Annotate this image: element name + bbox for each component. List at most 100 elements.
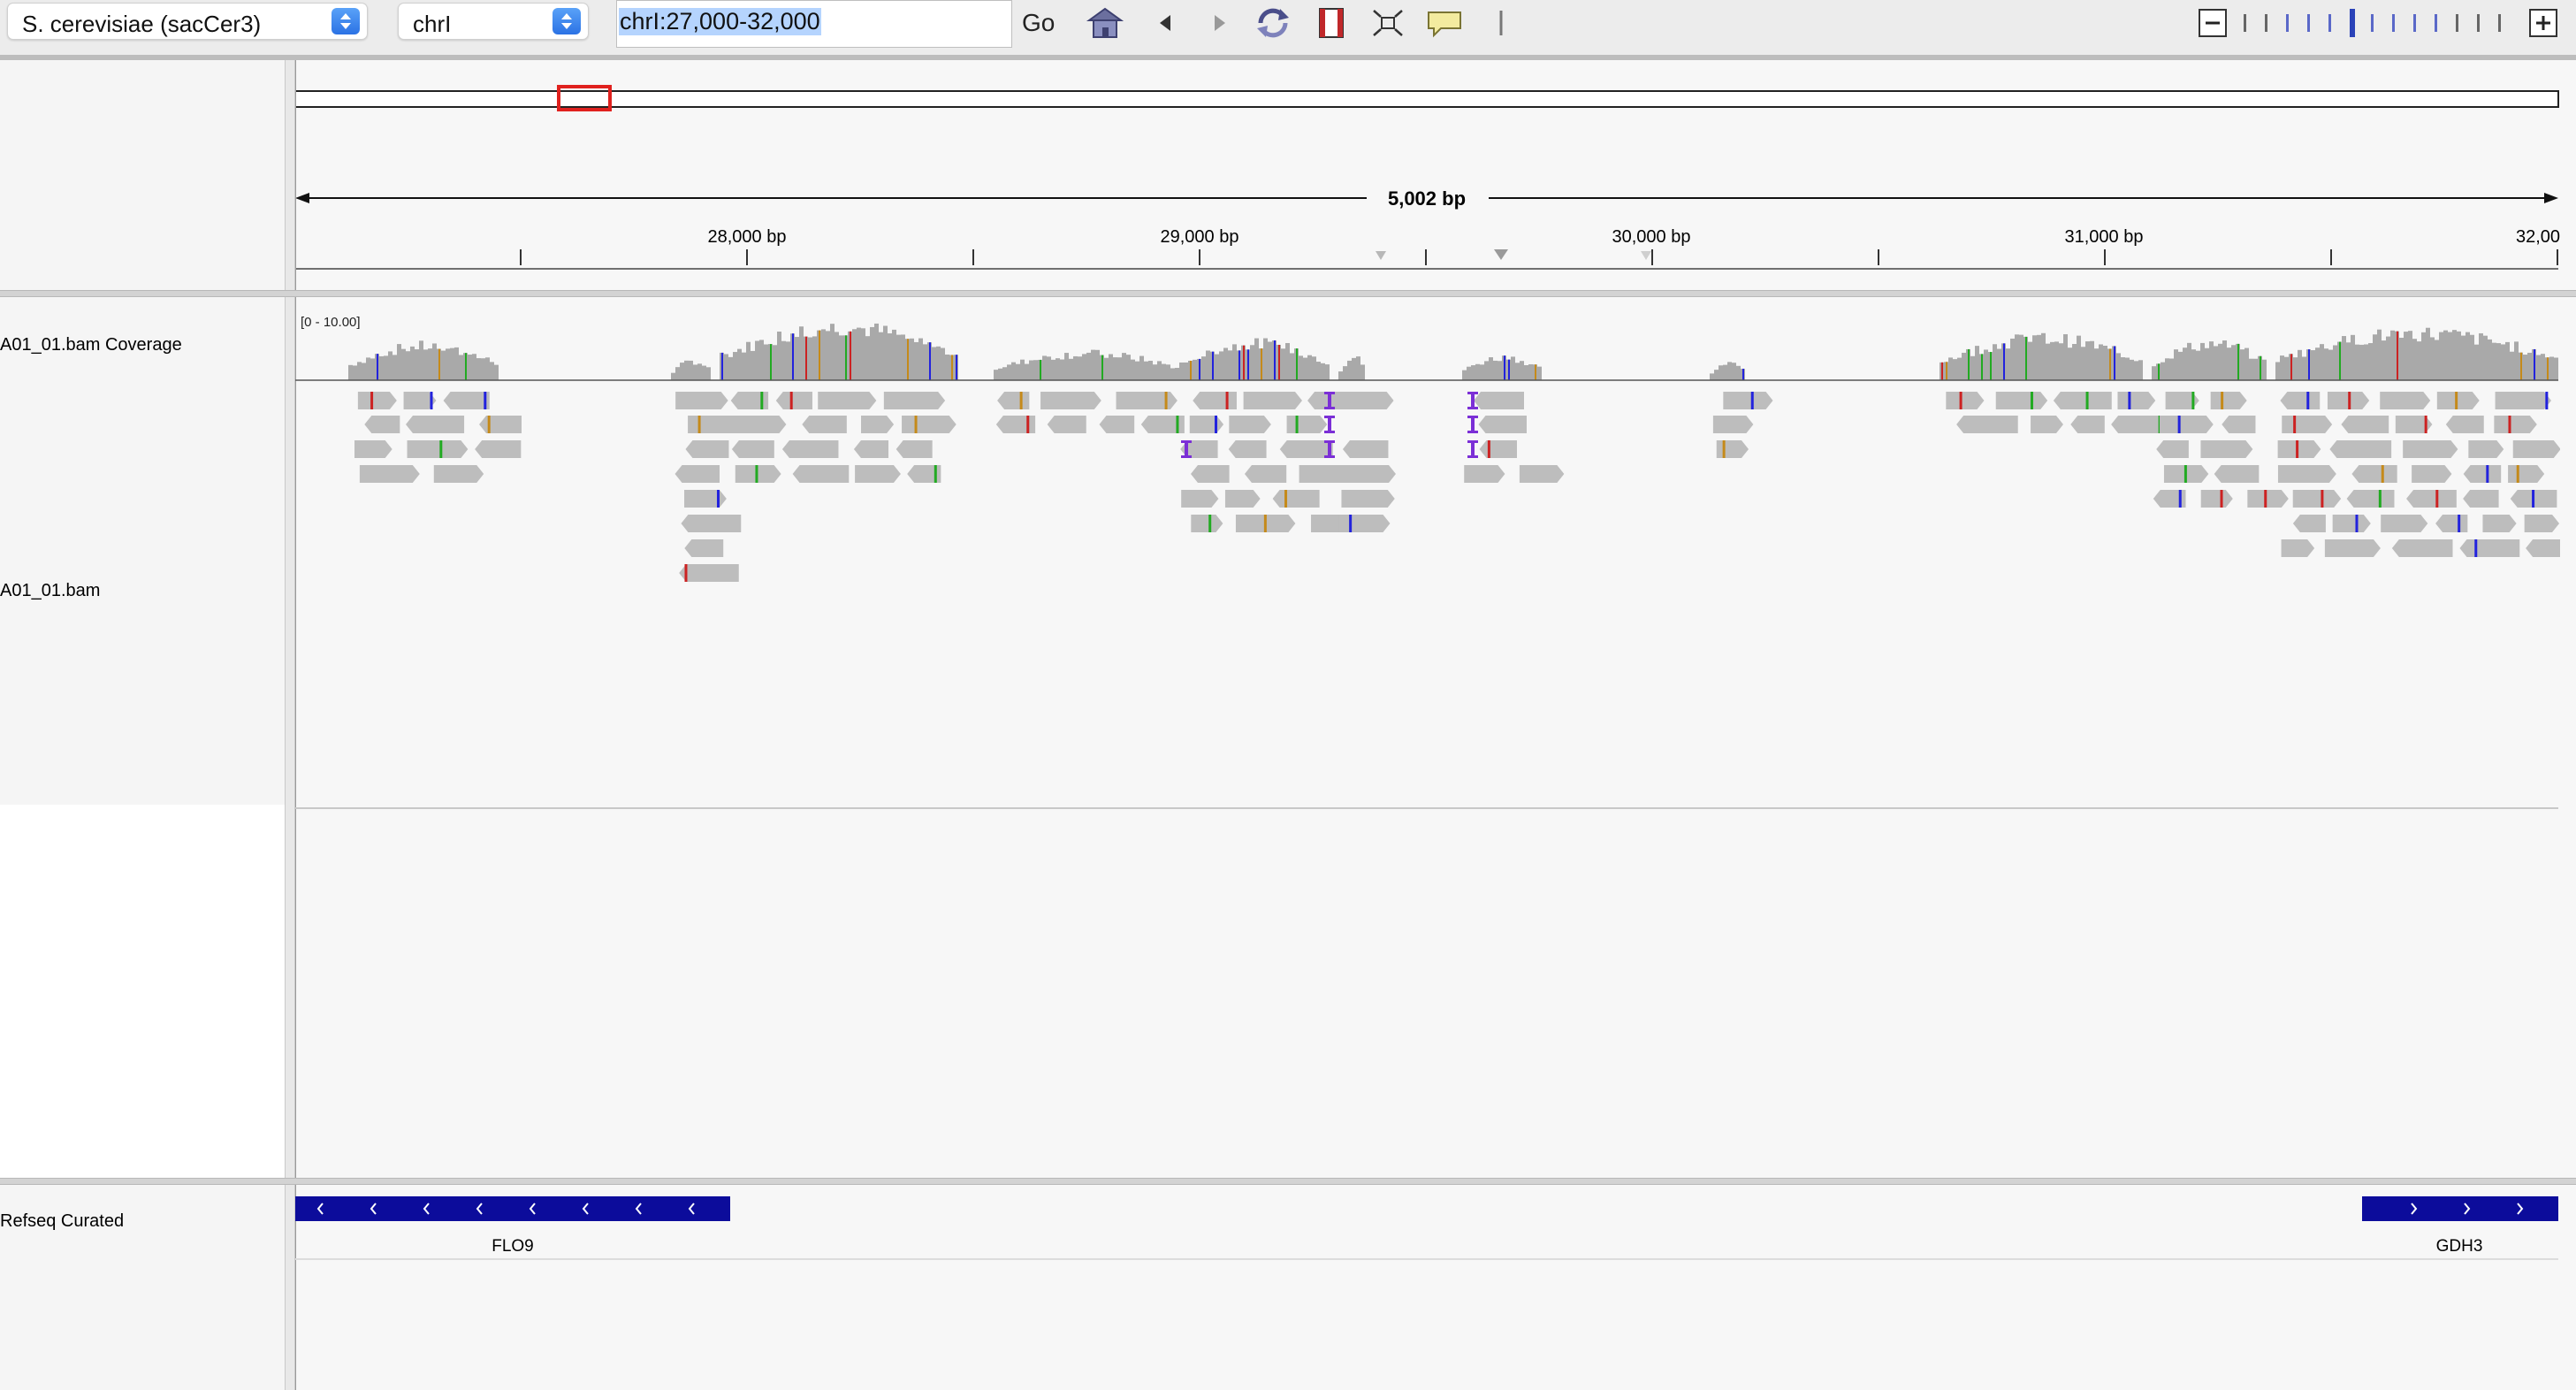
coverage-bar[interactable] <box>2063 333 2068 380</box>
aligned-read[interactable] <box>684 490 727 508</box>
aligned-read[interactable] <box>1243 392 1302 409</box>
zoom-tick[interactable] <box>2413 14 2416 32</box>
aligned-read[interactable] <box>1479 440 1517 458</box>
aligned-read[interactable] <box>855 465 901 483</box>
coverage-bar[interactable] <box>494 364 499 380</box>
coverage-bar[interactable] <box>1281 348 1285 380</box>
coverage-bar[interactable] <box>799 326 804 380</box>
region-of-interest-icon[interactable] <box>1312 5 1351 41</box>
coverage-bar[interactable] <box>1042 355 1047 380</box>
zoom-slider[interactable] <box>2198 5 2558 41</box>
aligned-read[interactable] <box>1193 392 1237 409</box>
coverage-bar[interactable] <box>724 354 728 380</box>
coverage-bar[interactable] <box>2346 342 2351 380</box>
coverage-bar[interactable] <box>2222 340 2227 380</box>
coverage-bar[interactable] <box>1215 354 1219 380</box>
coverage-bar[interactable] <box>1069 358 1073 380</box>
coverage-bar[interactable] <box>932 347 936 380</box>
coverage-bar[interactable] <box>1347 360 1352 380</box>
insertion-marker-icon[interactable] <box>1494 249 1508 260</box>
coverage-bar[interactable] <box>432 343 437 380</box>
aligned-read[interactable] <box>357 392 397 409</box>
coverage-bar[interactable] <box>759 340 764 380</box>
coverage-bar[interactable] <box>2302 356 2306 380</box>
popup-info-icon[interactable] <box>1425 5 1464 41</box>
aligned-read[interactable] <box>1286 416 1328 433</box>
aligned-read[interactable] <box>2459 539 2520 557</box>
aligned-read[interactable] <box>1341 490 1395 508</box>
coverage-bar[interactable] <box>861 328 865 380</box>
resize-to-window-icon[interactable] <box>1368 5 1407 41</box>
coverage-bar[interactable] <box>2328 349 2333 380</box>
coverage-bar[interactable] <box>2280 355 2284 380</box>
coverage-bar[interactable] <box>428 348 432 380</box>
coverage-bar[interactable] <box>1352 357 1356 380</box>
coverage-bar[interactable] <box>1484 361 1489 380</box>
coverage-bar[interactable] <box>693 364 697 380</box>
aligned-read[interactable] <box>2329 440 2392 458</box>
coverage-bar[interactable] <box>945 354 949 380</box>
aligned-read[interactable] <box>479 416 522 433</box>
coverage-bar[interactable] <box>2342 336 2346 380</box>
coverage-bar[interactable] <box>1228 350 1232 380</box>
coverage-bar[interactable] <box>1051 359 1056 380</box>
aligned-read[interactable] <box>1716 440 1749 458</box>
coverage-bar[interactable] <box>1714 370 1719 380</box>
coverage-bar[interactable] <box>2479 332 2483 380</box>
aligned-read[interactable] <box>2468 440 2504 458</box>
coverage-bar[interactable] <box>1462 370 1467 380</box>
coverage-bar[interactable] <box>1338 371 1343 380</box>
coverage-bar[interactable] <box>1122 353 1126 380</box>
coverage-bar[interactable] <box>1086 352 1091 380</box>
coverage-bar[interactable] <box>2085 341 2090 380</box>
coverage-bar[interactable] <box>2081 347 2085 380</box>
aligned-read[interactable] <box>1181 490 1219 508</box>
coverage-bar[interactable] <box>1126 355 1131 380</box>
coverage-bar[interactable] <box>2399 337 2404 380</box>
coverage-bar[interactable] <box>2275 362 2280 380</box>
aligned-read[interactable] <box>2214 465 2260 483</box>
coverage-bar[interactable] <box>1029 360 1033 380</box>
forward-arrow-icon[interactable] <box>1200 5 1239 41</box>
coverage-bar[interactable] <box>2121 357 2125 380</box>
coverage-bar[interactable] <box>1515 363 1520 380</box>
coverage-bar[interactable] <box>1710 373 1714 380</box>
aligned-read[interactable] <box>2117 392 2156 409</box>
coverage-bar[interactable] <box>2138 360 2143 380</box>
coverage-track[interactable] <box>348 323 2558 380</box>
go-button[interactable]: Go <box>1022 9 1055 37</box>
coverage-bar[interactable] <box>1471 365 1475 380</box>
coverage-bar[interactable] <box>446 348 450 380</box>
coverage-bar[interactable] <box>830 324 835 380</box>
coverage-bar[interactable] <box>2417 341 2421 380</box>
aligned-read[interactable] <box>2403 440 2458 458</box>
zoom-tick[interactable] <box>2456 14 2458 32</box>
panel-divider[interactable] <box>0 1178 2576 1185</box>
aligned-read[interactable] <box>2200 490 2233 508</box>
coverage-bar[interactable] <box>1025 363 1029 380</box>
coverage-bar[interactable] <box>2377 329 2382 380</box>
coverage-bar[interactable] <box>1157 361 1162 380</box>
zoom-tick[interactable] <box>2371 14 2374 32</box>
aligned-read[interactable] <box>2406 490 2457 508</box>
coverage-bar[interactable] <box>476 358 481 380</box>
aligned-read[interactable] <box>2463 490 2499 508</box>
coverage-bar[interactable] <box>2152 366 2156 380</box>
coverage-bar[interactable] <box>751 350 755 380</box>
refresh-icon[interactable] <box>1254 5 1292 41</box>
aligned-read[interactable] <box>1519 465 1565 483</box>
zoom-tick[interactable] <box>2350 9 2355 37</box>
aligned-read[interactable] <box>2463 465 2502 483</box>
coverage-bar[interactable] <box>2523 355 2527 380</box>
coverage-bar[interactable] <box>1957 357 1962 380</box>
coverage-bar[interactable] <box>786 341 790 380</box>
coverage-bar[interactable] <box>2214 346 2218 380</box>
coverage-bar[interactable] <box>1325 364 1330 380</box>
coverage-bar[interactable] <box>2390 330 2395 380</box>
coverage-bar[interactable] <box>2072 344 2077 380</box>
aligned-read[interactable] <box>1712 416 1754 433</box>
coverage-bar[interactable] <box>892 329 896 380</box>
coverage-bar[interactable] <box>865 336 870 380</box>
coverage-bar[interactable] <box>910 338 914 380</box>
coverage-bar[interactable] <box>348 364 353 380</box>
